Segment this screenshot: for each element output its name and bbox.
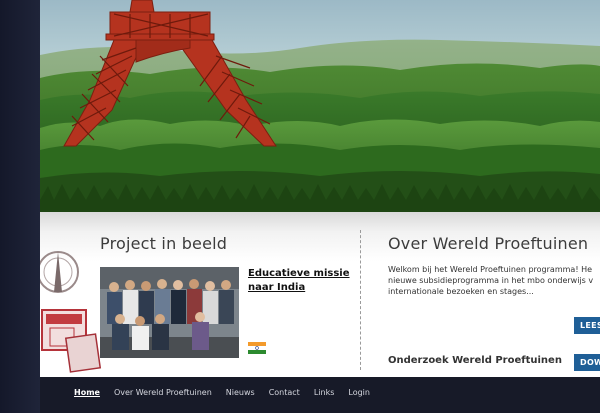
project-heading: Project in beeld bbox=[100, 234, 228, 253]
about-heading: Over Wereld Proeftuinen bbox=[388, 234, 589, 253]
project-link-line-1[interactable]: Educatieve missie bbox=[248, 267, 358, 281]
welcome-line-1: Welkom bij het Wereld Proeftuinen progra… bbox=[388, 265, 592, 274]
project-link[interactable]: Educatieve missie naar India bbox=[248, 267, 358, 295]
footer-link-home[interactable]: Home bbox=[74, 388, 100, 397]
about-section: Over Wereld Proeftuinen Welkom bij het W… bbox=[388, 234, 600, 371]
footer-link-nieuws[interactable]: Nieuws bbox=[226, 388, 255, 397]
project-photo[interactable] bbox=[100, 267, 239, 358]
landscape-illustration bbox=[40, 0, 600, 212]
footer-link-login[interactable]: Login bbox=[348, 388, 370, 397]
welcome-line-3: internationale bezoeken en stages... bbox=[388, 287, 534, 296]
read-more-button[interactable]: LEES bbox=[574, 317, 600, 334]
research-heading: Onderzoek Wereld Proeftuinen bbox=[388, 355, 562, 366]
stamps-decoration-icon bbox=[40, 251, 102, 373]
project-section: Project in beeld Educatieve missie naar … bbox=[100, 234, 355, 358]
header-banner bbox=[40, 0, 600, 212]
footer-link-contact[interactable]: Contact bbox=[269, 388, 300, 397]
india-flag-icon bbox=[248, 342, 266, 354]
footer: Home Over Wereld Proeftuinen Nieuws Cont… bbox=[40, 377, 600, 413]
download-button[interactable]: DOW bbox=[574, 354, 600, 371]
column-divider bbox=[360, 230, 361, 370]
footer-link-links[interactable]: Links bbox=[314, 388, 335, 397]
footer-nav: Home Over Wereld Proeftuinen Nieuws Cont… bbox=[74, 388, 370, 397]
content-panel: Project in beeld Educatieve missie naar … bbox=[40, 212, 600, 377]
welcome-line-2: nieuwe subsidieprogramma in het mbo onde… bbox=[388, 276, 594, 285]
left-gutter bbox=[0, 0, 40, 413]
footer-link-over[interactable]: Over Wereld Proeftuinen bbox=[114, 388, 212, 397]
welcome-text: Welkom bij het Wereld Proeftuinen progra… bbox=[388, 264, 600, 297]
project-link-line-2[interactable]: naar India bbox=[248, 281, 358, 295]
